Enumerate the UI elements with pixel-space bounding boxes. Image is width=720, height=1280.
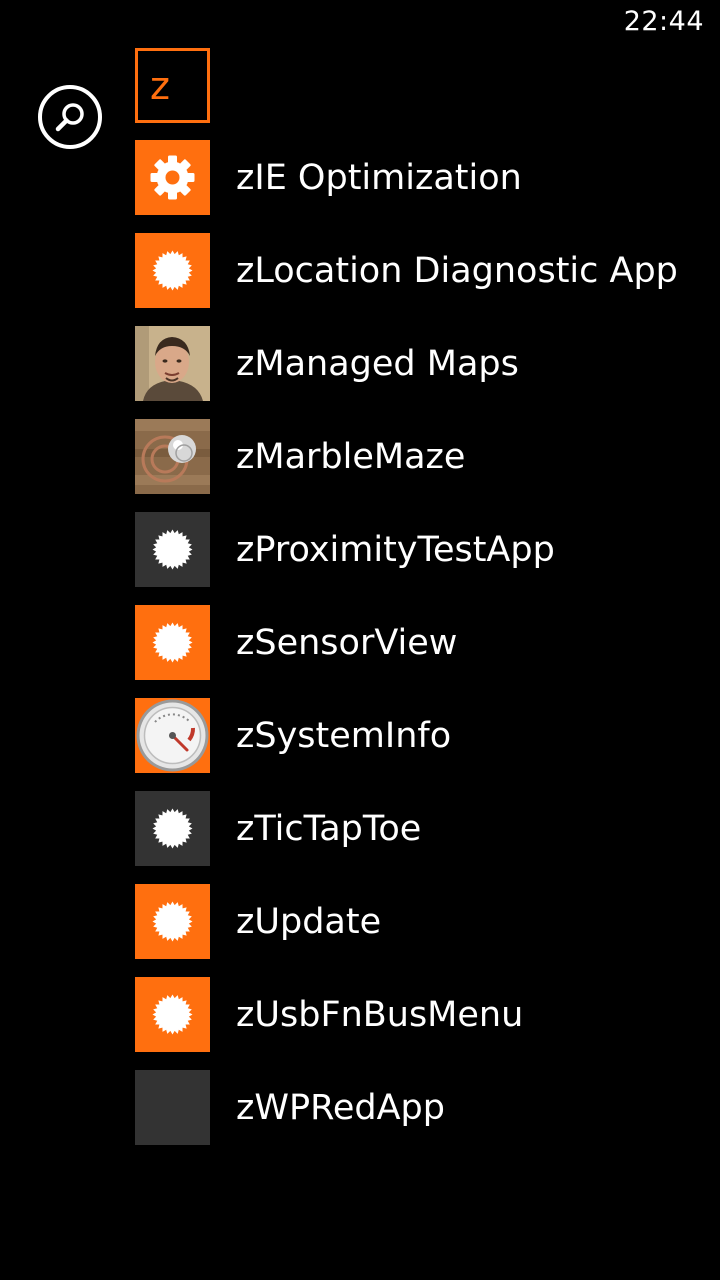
app-name: zWPRedApp — [236, 1087, 445, 1128]
gear-icon — [150, 155, 195, 200]
app-name: zTicTapToe — [236, 808, 422, 849]
app-tile — [135, 977, 210, 1052]
app-row[interactable]: zSystemInfo — [135, 698, 720, 773]
letter-group-tile[interactable]: z — [135, 48, 210, 123]
app-name: zUpdate — [236, 901, 382, 942]
app-row[interactable]: zTicTapToe — [135, 791, 720, 866]
sunburst-icon — [152, 529, 193, 570]
sunburst-icon — [152, 250, 193, 291]
app-row[interactable]: zUsbFnBusMenu — [135, 977, 720, 1052]
app-row[interactable]: zLocation Diagnostic App — [135, 233, 720, 308]
sunburst-icon — [152, 994, 193, 1035]
app-list-screen: 22:44 z zIE Optimization zLocation Diagn… — [0, 0, 720, 1280]
app-tile — [135, 791, 210, 866]
search-button[interactable] — [38, 85, 102, 149]
app-row[interactable]: zUpdate — [135, 884, 720, 959]
app-tile — [135, 884, 210, 959]
app-row[interactable]: zIE Optimization — [135, 140, 720, 215]
app-name: zSensorView — [236, 622, 458, 663]
app-tile — [135, 419, 210, 494]
gauge-icon — [136, 699, 209, 772]
app-row[interactable]: zManaged Maps — [135, 326, 720, 401]
status-time: 22:44 — [623, 6, 704, 37]
marble-icon — [135, 419, 210, 494]
app-name: zIE Optimization — [236, 157, 522, 198]
app-row[interactable]: zProximityTestApp — [135, 512, 720, 587]
app-name: zProximityTestApp — [236, 529, 555, 570]
sunburst-icon — [152, 808, 193, 849]
person-photo-icon — [135, 326, 210, 401]
app-tile — [135, 140, 210, 215]
app-name: zMarbleMaze — [236, 436, 466, 477]
app-name: zSystemInfo — [236, 715, 452, 756]
blank-tile-icon — [135, 1070, 210, 1145]
search-icon — [55, 103, 84, 132]
app-tile — [135, 698, 210, 773]
app-tile — [135, 233, 210, 308]
sunburst-icon — [152, 622, 193, 663]
app-tile — [135, 326, 210, 401]
app-row[interactable]: zWPRedApp — [135, 1070, 720, 1145]
app-name: zManaged Maps — [236, 343, 519, 384]
app-row[interactable]: zSensorView — [135, 605, 720, 680]
sunburst-icon — [152, 901, 193, 942]
app-name: zUsbFnBusMenu — [236, 994, 524, 1035]
app-tile — [135, 512, 210, 587]
app-name: zLocation Diagnostic App — [236, 250, 678, 291]
app-row[interactable]: zMarbleMaze — [135, 419, 720, 494]
app-tile — [135, 605, 210, 680]
